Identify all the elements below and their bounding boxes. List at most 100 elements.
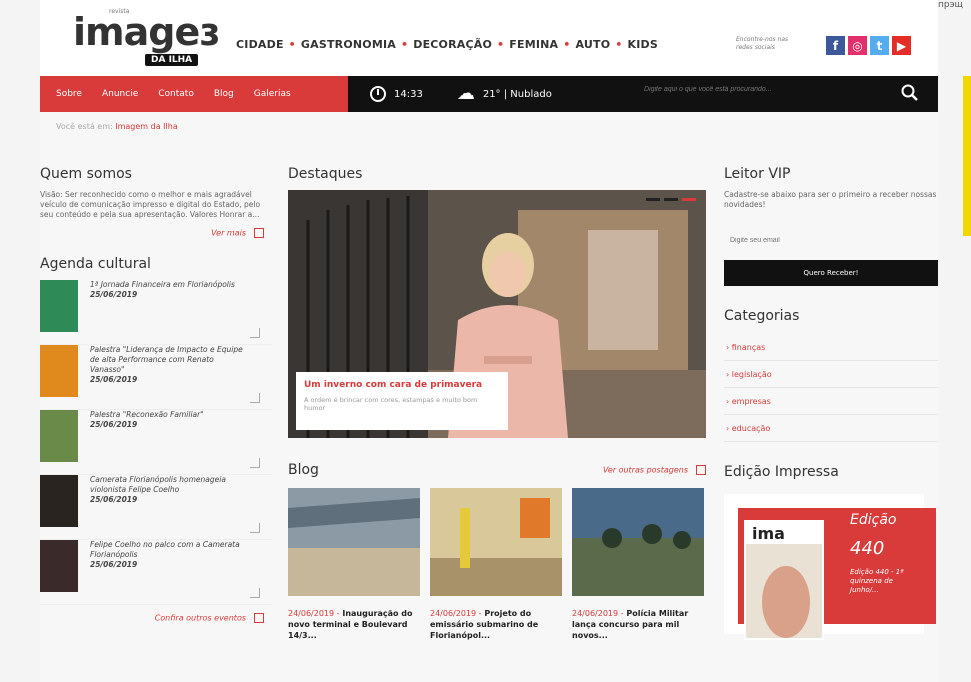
category-item[interactable]: › legislação (724, 361, 938, 388)
twitter-icon[interactable]: t (870, 36, 889, 55)
blog-title: Blog (288, 462, 319, 478)
agenda-item-date: 25/06/2019 (90, 495, 138, 504)
breadcrumb-prefix: Você está em: (56, 122, 113, 131)
social-caption: Encontre-nos nas redes sociais (736, 36, 789, 51)
blog-date: 24/06/2019 - (572, 609, 624, 618)
email-input[interactable] (724, 228, 938, 252)
link-sobre[interactable]: Sobre (56, 89, 82, 99)
facebook-icon[interactable]: f (826, 36, 845, 55)
edition-cover-image: ima (744, 520, 824, 640)
blog-image (288, 488, 420, 596)
search-input[interactable] (644, 86, 884, 93)
category-list: › finanças › legislação › empresas › edu… (724, 334, 938, 442)
categorias-title: Categorias (724, 308, 800, 324)
agenda-text: Palestra "Reconexão Familiar" 25/06/2019 (90, 410, 250, 474)
slider-dots (646, 198, 696, 201)
blog-card[interactable]: 24/06/2019 - Projeto do emissário submar… (430, 488, 562, 641)
slider-dot-active[interactable] (682, 198, 696, 201)
blog-card[interactable]: 24/06/2019 - Polícia Militar lança concu… (572, 488, 704, 641)
svg-text:ima: ima (752, 524, 785, 543)
site-logo[interactable]: revista imageɜ DA ILHA (73, 8, 220, 72)
destaques-title: Destaques (288, 166, 363, 182)
link-blog[interactable]: Blog (214, 89, 234, 99)
weather-text: 21° | Nublado (482, 88, 552, 100)
nav-separator: • (563, 38, 571, 51)
youtube-icon[interactable]: ▶ (892, 36, 911, 55)
page: revista imageɜ DA ILHA CIDADE • GASTRONOM… (40, 0, 938, 682)
category-item-label: empresas (731, 397, 771, 406)
link-galerias[interactable]: Galerias (254, 89, 291, 99)
nav-femina[interactable]: FEMINA (509, 38, 558, 51)
agenda-thumbnail (40, 475, 78, 527)
ver-mais-label: Ver mais (211, 228, 246, 238)
current-time: 14:33 (394, 88, 423, 100)
subscribe-button[interactable]: Quero Receber! (724, 260, 938, 286)
agenda-item-date: 25/06/2019 (90, 375, 138, 384)
site-header: revista imageɜ DA ILHA CIDADE • GASTRONOM… (40, 0, 938, 76)
agenda-item[interactable]: 1ª Jornada Financeira em Florianópolis 25… (40, 280, 272, 345)
corner-icon (250, 328, 260, 338)
corner-icon (250, 523, 260, 533)
search-icon[interactable] (900, 83, 920, 103)
instagram-icon[interactable]: ◎ (848, 36, 867, 55)
agenda-item-date: 25/06/2019 (90, 290, 138, 299)
print-edition-card[interactable]: ima Edição 440 Edição 440 - 1ª quinzena … (724, 494, 936, 640)
blog-text: 24/06/2019 - Projeto do emissário submar… (430, 608, 562, 641)
featured-title: Um inverno com cara de primavera (304, 380, 483, 390)
logo-sub-badge: DA ILHA (145, 54, 199, 66)
confira-eventos-link[interactable]: Confira outros eventos (40, 613, 264, 623)
agenda-item[interactable]: Palestra "Liderança de Impacto e Equipe … (40, 345, 272, 410)
cloud-icon: ☁ (456, 83, 475, 104)
top-bar: Sobre Anuncie Contato Blog Galerias 14:3… (40, 76, 938, 112)
agenda-text: Felipe Coelho no palco com a Camerata Fl… (90, 540, 250, 604)
nav-cidade[interactable]: CIDADE (236, 38, 284, 51)
agenda-thumbnail (40, 540, 78, 592)
blog-image (572, 488, 704, 596)
nav-gastronomia[interactable]: GASTRONOMIA (301, 38, 396, 51)
featured-subtitle: A ordem é brincar com cores, estampas e … (304, 396, 478, 412)
corner-icon (250, 458, 260, 468)
logo-small-text: revista (109, 8, 130, 15)
category-item[interactable]: › finanças (724, 334, 938, 361)
agenda-item[interactable]: Felipe Coelho no palco com a Camerata Fl… (40, 540, 272, 605)
ver-mais-link[interactable]: Ver mais (40, 228, 264, 238)
confira-eventos-label: Confira outros eventos (154, 613, 246, 623)
agenda-item-date: 25/06/2019 (90, 560, 138, 569)
nav-decoracao[interactable]: DECORAÇÃO (413, 38, 492, 51)
slider-dot[interactable] (664, 198, 678, 201)
blog-text: 24/06/2019 - Inauguração do novo termina… (288, 608, 420, 641)
nav-separator: • (288, 38, 296, 51)
scrollbar-accent (963, 76, 971, 236)
agenda-thumbnail (40, 280, 78, 332)
corner-icon (250, 588, 260, 598)
blog-card[interactable]: 24/06/2019 - Inauguração do novo termina… (288, 488, 420, 641)
slider-dot[interactable] (646, 198, 660, 201)
category-item-label: legislação (731, 370, 772, 379)
category-item-label: finanças (731, 343, 766, 352)
link-anuncie[interactable]: Anuncie (102, 89, 138, 99)
featured-slider[interactable]: Um inverno com cara de primavera A ordem… (288, 190, 706, 438)
nav-separator: • (401, 38, 409, 51)
featured-caption[interactable]: Um inverno com cara de primavera A ordem… (296, 372, 508, 430)
category-item[interactable]: › educação (724, 415, 938, 442)
category-item[interactable]: › empresas (724, 388, 938, 415)
nav-kids[interactable]: KIDS (628, 38, 658, 51)
quem-somos-title: Quem somos (40, 166, 132, 182)
ver-outras-postagens-link[interactable]: Ver outras postagens (603, 465, 706, 475)
nav-separator: • (615, 38, 623, 51)
secondary-nav: Sobre Anuncie Contato Blog Galerias (40, 76, 348, 112)
breadcrumb-current[interactable]: Imagem da Ilha (115, 122, 177, 131)
agenda-item-title: Palestra "Reconexão Familiar" (90, 410, 204, 419)
agenda-item-title: 1ª Jornada Financeira em Florianópolis (90, 280, 235, 289)
blog-date: 24/06/2019 - (430, 609, 482, 618)
link-contato[interactable]: Contato (158, 89, 194, 99)
external-link-icon (696, 465, 706, 475)
main-nav: CIDADE • GASTRONOMIA • DECORAÇÃO • FEMINA • … (236, 38, 658, 51)
nav-auto[interactable]: AUTO (576, 38, 611, 51)
leitor-vip-title: Leitor VIP (724, 166, 791, 182)
agenda-text: Palestra "Liderança de Impacto e Equipe … (90, 345, 250, 409)
agenda-item[interactable]: Palestra "Reconexão Familiar" 25/06/2019 (40, 410, 272, 475)
agenda-item[interactable]: Camerata Florianópolis homenageia violon… (40, 475, 272, 540)
edition-label: Edição (850, 512, 897, 528)
leitor-vip-text: Cadastre-se abaixo para ser o primeiro a… (724, 190, 937, 209)
